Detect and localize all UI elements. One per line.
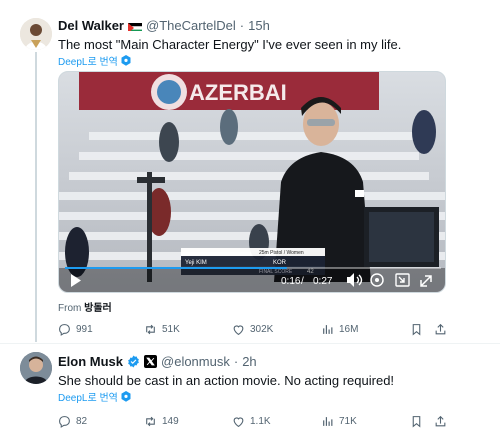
share-button[interactable] [434,323,447,336]
like-button[interactable]: 1.1K [232,415,271,428]
tweet-header: Elon Musk @elonmusk · 2h [58,354,257,369]
like-count: 302K [250,323,274,335]
video-frame: AZERBAI 25m Pistol / Women Yeji KIM KOR … [59,72,445,292]
video-attribution: From 방돌러 [58,299,112,314]
timestamp[interactable]: 2h [242,354,256,369]
from-label: From [58,303,82,314]
banner-text: AZERBAI [189,80,287,105]
retweet-button[interactable]: 149 [144,415,179,428]
like-icon [233,324,244,335]
tweet-actions: 991 51K 302K 16M [58,321,448,337]
retweet-icon [146,324,155,334]
tweet-actions: 82 149 1.1K 71K [58,413,448,429]
bookmark-button[interactable] [410,323,423,336]
views-icon [323,416,333,426]
reply-count: 991 [76,323,93,335]
video-player[interactable]: AZERBAI 25m Pistol / Women Yeji KIM KOR … [58,71,446,293]
verified-badge-icon [128,355,139,368]
bookmark-icon [412,415,421,428]
share-icon [435,323,446,334]
author-name[interactable]: Del Walker [58,18,124,33]
translate-link[interactable]: DeepL로 번역 [58,53,131,68]
translate-label: DeepL로 번역 [58,393,118,404]
views-button[interactable]: 16M [321,323,358,336]
progress-fill [65,267,287,269]
caption-name: Yeji KIM [185,260,207,266]
reply-icon [59,415,70,428]
bookmark-button[interactable] [410,415,423,428]
caption-code: KOR [273,260,287,266]
tweet-text: The most "Main Character Energy" I've ev… [58,37,402,52]
retweet-count: 149 [162,415,179,427]
reply-button[interactable]: 82 [58,415,87,428]
like-count: 1.1K [250,415,271,427]
deepl-icon [121,55,131,66]
views-count: 16M [339,323,359,335]
retweet-icon [146,416,155,426]
time-total: 0:27 [313,276,333,287]
tweet-divider [0,343,500,344]
views-count: 71K [339,415,357,427]
views-icon [323,324,333,334]
time-separator: / [301,276,304,287]
reply-count: 82 [76,415,88,427]
separator-dot: · [239,18,245,33]
time-current: 0:16 [281,276,301,287]
separator-dot: · [233,354,239,369]
tweet-header: Del Walker @TheCartelDel · 15h [58,18,270,33]
timestamp[interactable]: 15h [248,18,270,33]
avatar[interactable] [20,18,52,50]
x-affiliate-icon [144,355,158,368]
author-handle[interactable]: @TheCartelDel [146,18,236,33]
reply-icon [59,323,70,336]
like-button[interactable]: 302K [232,323,273,336]
tweet-text: She should be cast in an action movie. N… [58,373,395,388]
thread-connector-line [35,52,37,342]
reply-button[interactable]: 991 [58,323,93,336]
share-icon [435,415,446,426]
author-name[interactable]: Elon Musk [58,354,123,369]
views-button[interactable]: 71K [321,415,357,428]
avatar[interactable] [20,352,52,384]
deepl-icon [121,391,131,402]
bookmark-icon [412,323,421,336]
translate-label: DeepL로 번역 [58,57,118,68]
from-account[interactable]: 방돌러 [84,303,112,314]
palestine-flag-icon [128,21,142,31]
like-icon [233,416,244,427]
share-button[interactable] [434,415,447,428]
retweet-count: 51K [162,323,180,335]
author-handle[interactable]: @elonmusk [161,354,230,369]
translate-link[interactable]: DeepL로 번역 [58,389,131,404]
caption-event: 25m Pistol / Women [259,250,304,256]
retweet-button[interactable]: 51K [144,323,180,336]
